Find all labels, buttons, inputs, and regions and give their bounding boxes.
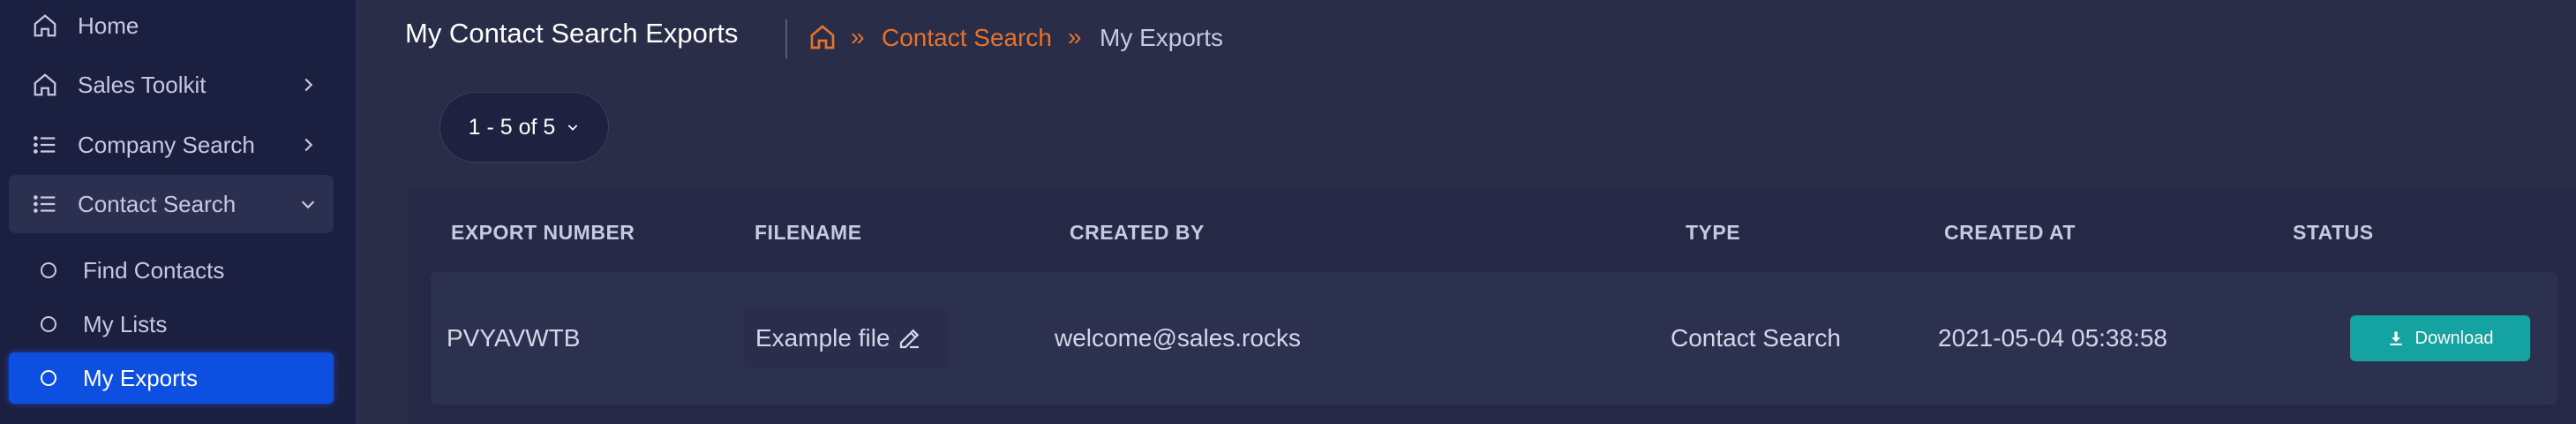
filename-text: Example file <box>755 324 890 352</box>
page-title: My Contact Search Exports <box>405 18 739 49</box>
sidebar-item-label: Home <box>78 11 139 39</box>
circle-icon <box>41 262 56 278</box>
home-icon[interactable] <box>808 23 837 51</box>
download-icon <box>2389 331 2402 345</box>
chevron-down-icon <box>301 201 315 209</box>
sidebar-item-label: Company Search <box>78 131 255 158</box>
exports-table: EXPORT NUMBER FILENAME CREATED BY TYPE C… <box>408 191 2576 424</box>
column-header-created-by: CREATED BY <box>1070 221 1205 244</box>
sidebar-item-company-search[interactable]: Company Search <box>9 116 334 174</box>
chevron-right-icon <box>304 78 313 92</box>
column-header-type: TYPE <box>1686 221 1741 244</box>
type-cell: Contact Search <box>1671 324 1841 352</box>
sidebar-subitem-label: My Exports <box>83 364 199 391</box>
created-by-cell: welcome@sales.rocks <box>1055 324 1301 352</box>
home-icon <box>30 11 60 41</box>
pagination-select[interactable]: 1 - 5 of 5 <box>439 92 609 163</box>
download-label: Download <box>2415 328 2494 348</box>
pencil-icon[interactable] <box>897 325 923 352</box>
list-icon <box>30 130 60 160</box>
download-button[interactable]: Download <box>2350 315 2530 361</box>
sidebar-item-label: Sales Toolkit <box>78 71 207 98</box>
sidebar-subitem-my-exports[interactable]: My Exports <box>9 352 334 404</box>
column-header-export-number: EXPORT NUMBER <box>451 221 635 244</box>
list-icon <box>30 189 60 219</box>
sidebar-item-home[interactable]: Home <box>9 0 334 55</box>
column-header-filename: FILENAME <box>755 221 862 244</box>
column-header-status: STATUS <box>2293 221 2374 244</box>
breadcrumb-link-contact-search[interactable]: Contact Search <box>882 24 1052 52</box>
export-number-cell: PVYAVWTB <box>447 324 581 352</box>
sidebar-subitem-my-lists[interactable]: My Lists <box>9 299 334 350</box>
sidebar-item-contact-search[interactable]: Contact Search <box>9 175 334 233</box>
created-at-cell: 2021-05-04 05:38:58 <box>1938 324 2167 352</box>
sidebar-item-label: Contact Search <box>78 190 237 217</box>
header-divider <box>785 19 787 58</box>
breadcrumb-separator: » <box>851 23 865 50</box>
chevron-right-icon <box>304 138 313 152</box>
filename-cell[interactable]: Example file <box>743 309 948 367</box>
column-header-created-at: CREATED AT <box>1944 221 2076 244</box>
breadcrumb-current: My Exports <box>1100 24 1224 51</box>
sidebar-subitem-label: Find Contacts <box>83 256 225 284</box>
pagination-range: 1 - 5 of 5 <box>468 114 556 140</box>
sidebar-subitem-label: My Lists <box>83 310 168 337</box>
chevron-down-icon <box>568 125 578 131</box>
home-icon <box>30 70 60 100</box>
sidebar-subitem-find-contacts[interactable]: Find Contacts <box>9 245 334 296</box>
circle-icon <box>41 316 56 332</box>
sidebar-item-sales-toolkit[interactable]: Sales Toolkit <box>9 56 334 114</box>
table-row: PVYAVWTB Example file welcome@sales.rock… <box>431 272 2557 405</box>
breadcrumb-separator: » <box>1068 23 1082 50</box>
sidebar: Home Sales Toolkit Company Search Contac… <box>0 0 356 424</box>
circle-icon <box>41 370 56 386</box>
